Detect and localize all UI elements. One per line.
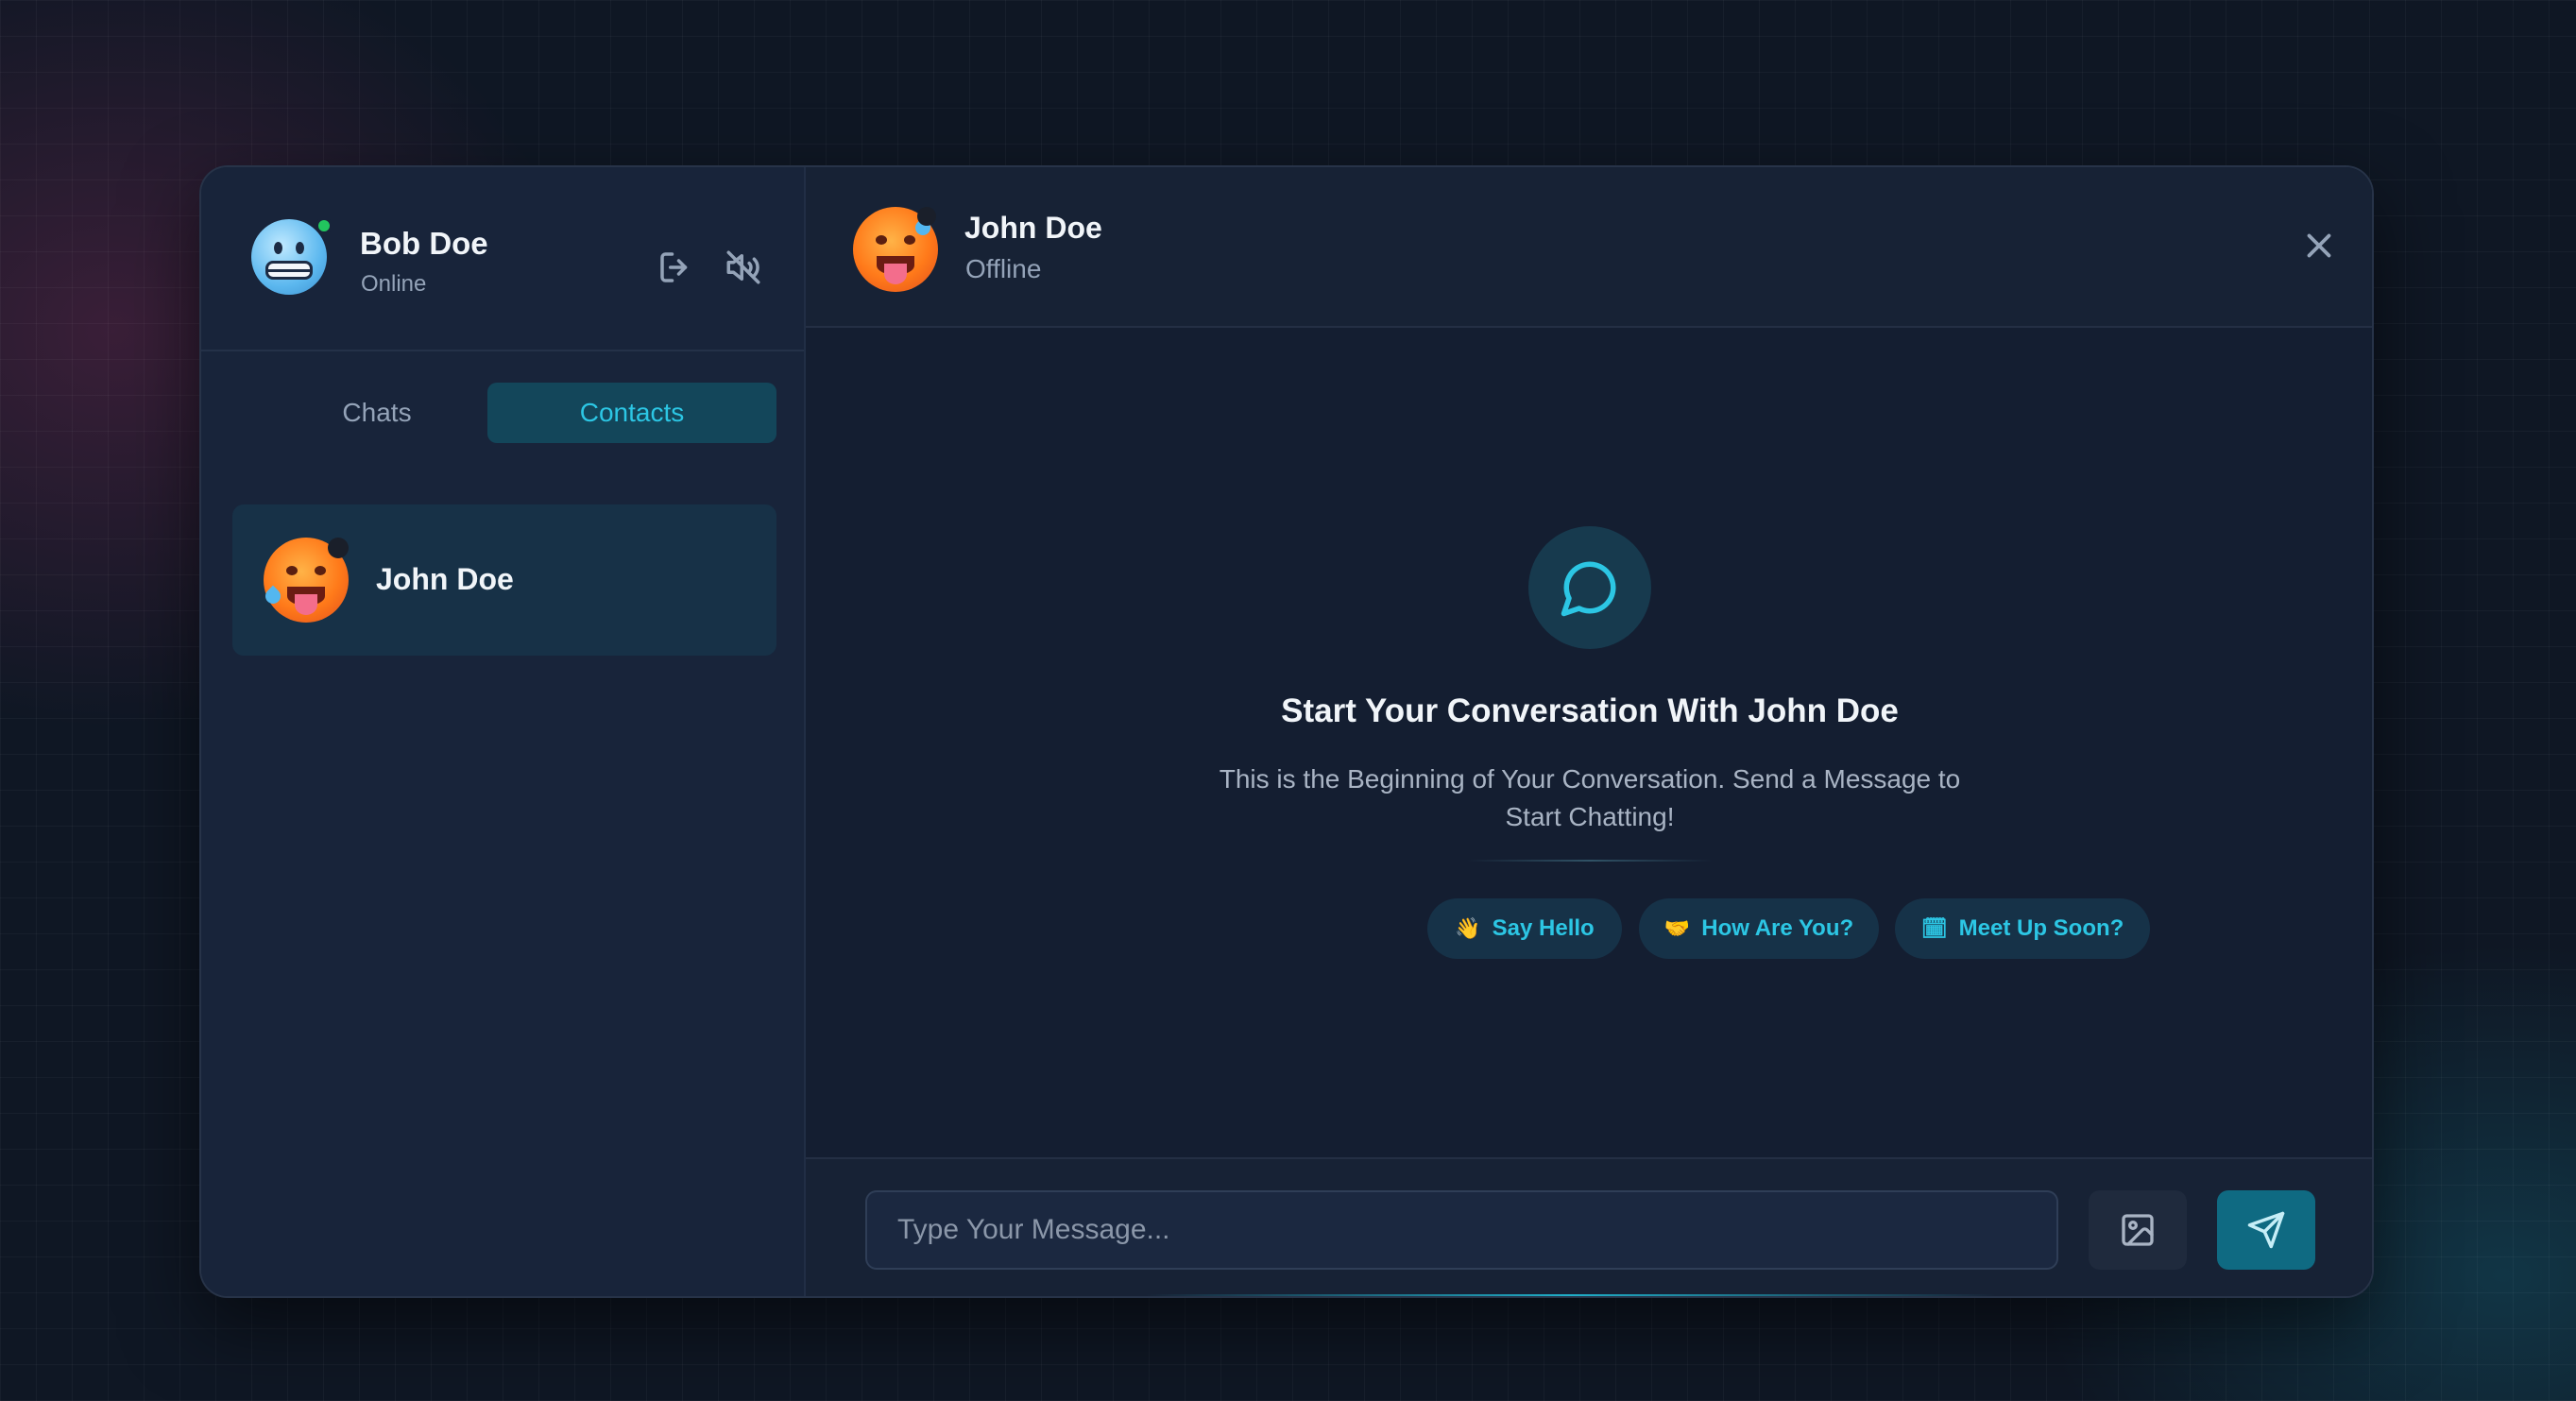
- chat-window: Bob Doe Online Chats Contacts John Doe J…: [199, 165, 2374, 1298]
- message-composer: [806, 1157, 2372, 1296]
- image-icon: [2122, 1214, 2154, 1246]
- handshake-icon: 🤝: [1663, 916, 1691, 941]
- tab-chats[interactable]: Chats: [232, 383, 521, 443]
- mute-sound-button[interactable]: [719, 243, 768, 292]
- avatar-tongue: [884, 264, 907, 284]
- message-input[interactable]: [865, 1190, 2058, 1270]
- avatar: [853, 207, 938, 292]
- peer-status: Offline: [965, 254, 1042, 283]
- current-user-status: Online: [361, 271, 427, 297]
- tab-contacts[interactable]: Contacts: [487, 383, 776, 443]
- chat-panel: John Doe Offline Start Your Conversation…: [806, 167, 2372, 1296]
- waving-hand-icon: 👋: [1455, 916, 1481, 941]
- current-user-header: Bob Doe Online: [201, 167, 804, 351]
- avatar: [262, 538, 349, 623]
- avatar-sweat-drop: [262, 585, 284, 607]
- empty-state-title: Start Your Conversation With John Doe: [1281, 692, 1899, 729]
- sound-off-icon: [726, 250, 760, 284]
- avatar-eye: [315, 566, 326, 575]
- contact-name: John Doe: [376, 562, 514, 596]
- message-circle-icon: [1561, 561, 1616, 617]
- empty-state-text: This is the Beginning of Your Conversati…: [1219, 764, 1961, 831]
- avatar-eye: [876, 235, 887, 245]
- avatar-teeth: [265, 261, 313, 280]
- calendar-icon: 🗓: [1920, 916, 1948, 941]
- close-icon: [2307, 233, 2331, 258]
- avatar-eye: [296, 242, 304, 254]
- contact-list-item[interactable]: John Doe: [232, 504, 776, 656]
- avatar-status-ball: [328, 538, 349, 558]
- avatar-tongue: [295, 594, 317, 615]
- suggestion-say-hello[interactable]: 👋 Say Hello: [1427, 898, 1622, 959]
- send-button[interactable]: [2217, 1190, 2315, 1270]
- online-status-dot: [316, 217, 333, 234]
- logout-button[interactable]: [651, 243, 700, 292]
- divider: [1467, 860, 1713, 862]
- avatar-eye: [274, 242, 282, 254]
- suggestion-label: How Are You?: [1701, 915, 1854, 941]
- sidebar: Bob Doe Online Chats Contacts John Doe: [201, 167, 806, 1296]
- logout-icon: [660, 252, 688, 282]
- peer-name: John Doe: [964, 211, 1102, 245]
- current-user-name: Bob Doe: [360, 226, 488, 261]
- attach-image-button[interactable]: [2089, 1190, 2187, 1270]
- suggestion-label: Meet Up Soon?: [1958, 915, 2124, 941]
- send-icon: [2247, 1211, 2285, 1249]
- close-chat-button[interactable]: [2291, 217, 2347, 274]
- sidebar-tabs: Chats Contacts: [232, 383, 776, 443]
- suggestion-how-are-you[interactable]: 🤝 How Are You?: [1639, 898, 1879, 959]
- suggestion-meet-up-soon[interactable]: 🗓 Meet Up Soon?: [1895, 898, 2150, 959]
- avatar: [251, 219, 327, 295]
- suggestion-label: Say Hello: [1492, 915, 1595, 941]
- chat-header: John Doe Offline: [806, 167, 2372, 328]
- avatar-eye: [286, 566, 298, 575]
- empty-state-icon: [1528, 526, 1651, 649]
- avatar-eye: [904, 235, 915, 245]
- avatar-status-ball: [917, 207, 936, 226]
